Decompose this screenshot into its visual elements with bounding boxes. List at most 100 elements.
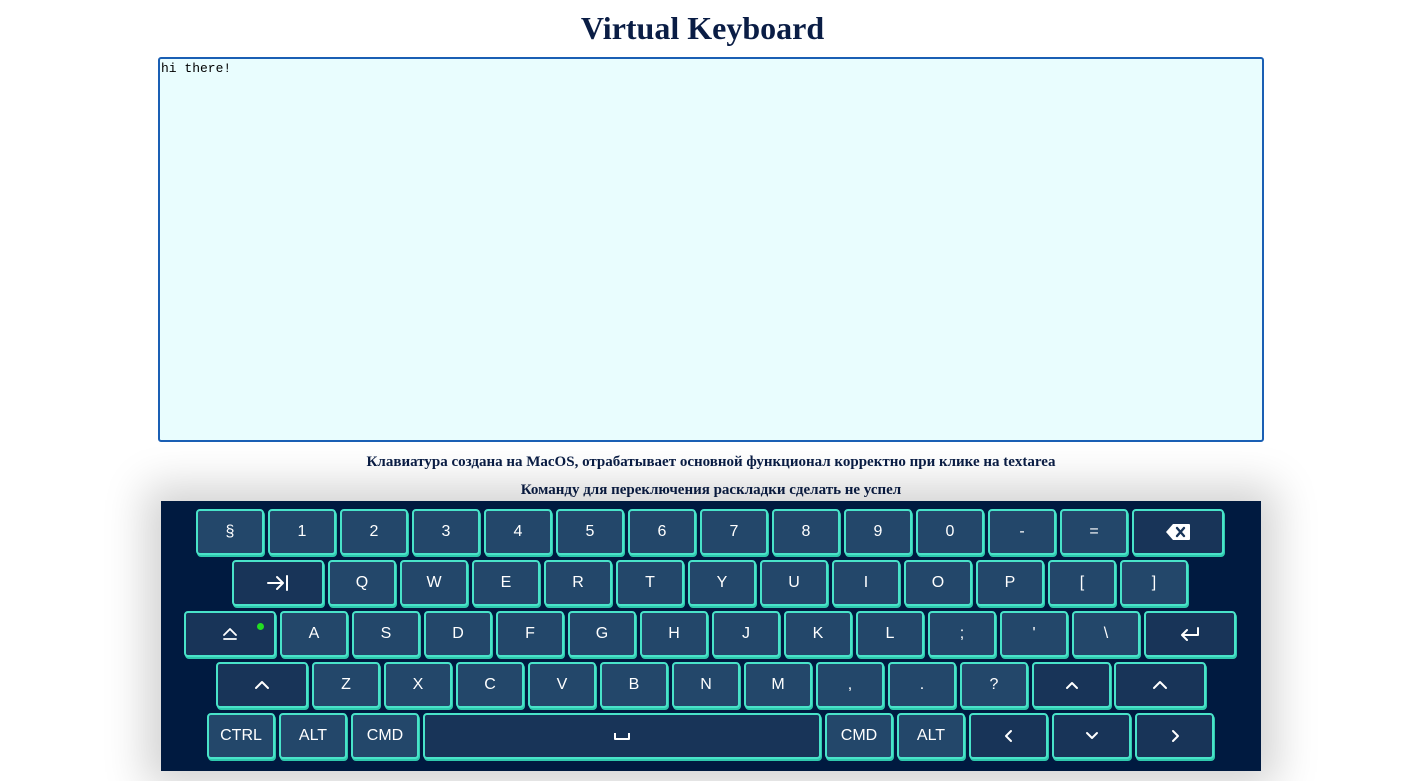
key-bracket-right[interactable]: ] [1120, 560, 1188, 606]
key-arrow-down[interactable] [1052, 713, 1131, 759]
key-label: 9 [873, 523, 883, 540]
key-5[interactable]: 5 [556, 509, 624, 555]
key-equals[interactable]: = [1060, 509, 1128, 555]
key-label: Z [341, 676, 351, 693]
key-a[interactable]: A [280, 611, 348, 657]
capslock-icon [222, 627, 238, 641]
backspace-icon [1165, 523, 1191, 541]
key-shift-right[interactable] [1114, 662, 1206, 708]
arrow-up-icon [1064, 680, 1080, 690]
key-label: ] [1151, 574, 1157, 591]
key-e[interactable]: E [472, 560, 540, 606]
key-capslock[interactable] [184, 611, 276, 657]
key-7[interactable]: 7 [700, 509, 768, 555]
key-label: § [225, 523, 235, 540]
key-arrow-right[interactable] [1135, 713, 1214, 759]
key-arrow-left[interactable] [969, 713, 1048, 759]
key-label: V [556, 676, 568, 693]
key-section[interactable]: § [196, 509, 264, 555]
key-label: E [500, 574, 512, 591]
key-arrow-up[interactable] [1032, 662, 1111, 708]
key-y[interactable]: Y [688, 560, 756, 606]
key-question[interactable]: ? [960, 662, 1028, 708]
key-label: 2 [369, 523, 379, 540]
key-h[interactable]: H [640, 611, 708, 657]
key-u[interactable]: U [760, 560, 828, 606]
key-label: H [668, 625, 680, 642]
key-4[interactable]: 4 [484, 509, 552, 555]
key-9[interactable]: 9 [844, 509, 912, 555]
key-label: J [742, 625, 750, 642]
capslock-indicator [257, 623, 264, 630]
key-period[interactable]: . [888, 662, 956, 708]
key-backslash[interactable]: \ [1072, 611, 1140, 657]
key-w[interactable]: W [400, 560, 468, 606]
key-tab[interactable] [232, 560, 324, 606]
key-bracket-left[interactable]: [ [1048, 560, 1116, 606]
key-quote[interactable]: ' [1000, 611, 1068, 657]
key-label: L [885, 625, 895, 642]
key-alt-right[interactable]: ALT [897, 713, 965, 759]
key-label: B [628, 676, 640, 693]
key-label: [ [1079, 574, 1085, 591]
key-space[interactable] [423, 713, 821, 759]
key-label: - [1019, 523, 1025, 540]
text-input[interactable] [158, 57, 1264, 442]
key-alt-left[interactable]: ALT [279, 713, 347, 759]
key-label: 7 [729, 523, 739, 540]
key-f[interactable]: F [496, 611, 564, 657]
key-j[interactable]: J [712, 611, 780, 657]
key-label: D [452, 625, 464, 642]
key-t[interactable]: T [616, 560, 684, 606]
key-label: 0 [945, 523, 955, 540]
key-label: R [572, 574, 584, 591]
key-shift-left[interactable] [216, 662, 308, 708]
key-label: W [426, 574, 442, 591]
key-cmd-left[interactable]: CMD [351, 713, 419, 759]
key-semicolon[interactable]: ; [928, 611, 996, 657]
key-d[interactable]: D [424, 611, 492, 657]
key-label: 6 [657, 523, 667, 540]
key-label: CTRL [220, 727, 262, 744]
key-1[interactable]: 1 [268, 509, 336, 555]
key-comma[interactable]: , [816, 662, 884, 708]
key-k[interactable]: K [784, 611, 852, 657]
key-label: P [1004, 574, 1016, 591]
key-m[interactable]: M [744, 662, 812, 708]
shift-icon [254, 680, 270, 690]
key-label: N [700, 676, 712, 693]
key-v[interactable]: V [528, 662, 596, 708]
key-i[interactable]: I [832, 560, 900, 606]
key-8[interactable]: 8 [772, 509, 840, 555]
key-6[interactable]: 6 [628, 509, 696, 555]
key-o[interactable]: O [904, 560, 972, 606]
key-minus[interactable]: - [988, 509, 1056, 555]
key-q[interactable]: Q [328, 560, 396, 606]
key-enter[interactable] [1144, 611, 1236, 657]
key-label: X [412, 676, 424, 693]
key-l[interactable]: L [856, 611, 924, 657]
key-backspace[interactable] [1132, 509, 1224, 555]
key-b[interactable]: B [600, 662, 668, 708]
key-cmd-right[interactable]: CMD [825, 713, 893, 759]
key-r[interactable]: R [544, 560, 612, 606]
key-0[interactable]: 0 [916, 509, 984, 555]
key-3[interactable]: 3 [412, 509, 480, 555]
key-label: ; [959, 625, 965, 642]
key-p[interactable]: P [976, 560, 1044, 606]
key-s[interactable]: S [352, 611, 420, 657]
key-x[interactable]: X [384, 662, 452, 708]
key-label: 8 [801, 523, 811, 540]
key-ctrl[interactable]: CTRL [207, 713, 275, 759]
key-z[interactable]: Z [312, 662, 380, 708]
key-n[interactable]: N [672, 662, 740, 708]
key-2[interactable]: 2 [340, 509, 408, 555]
key-c[interactable]: C [456, 662, 524, 708]
key-label: O [931, 574, 945, 591]
key-g[interactable]: G [568, 611, 636, 657]
virtual-keyboard: § 1 2 3 4 5 6 7 8 9 0 - = Q W E R T Y U I O P [] A S D F G H J K L; ' \ Z X C… [161, 501, 1261, 771]
key-label: \ [1103, 625, 1109, 642]
key-label: F [525, 625, 535, 642]
page-title: Virtual Keyboard [580, 10, 825, 46]
key-label: 4 [513, 523, 523, 540]
